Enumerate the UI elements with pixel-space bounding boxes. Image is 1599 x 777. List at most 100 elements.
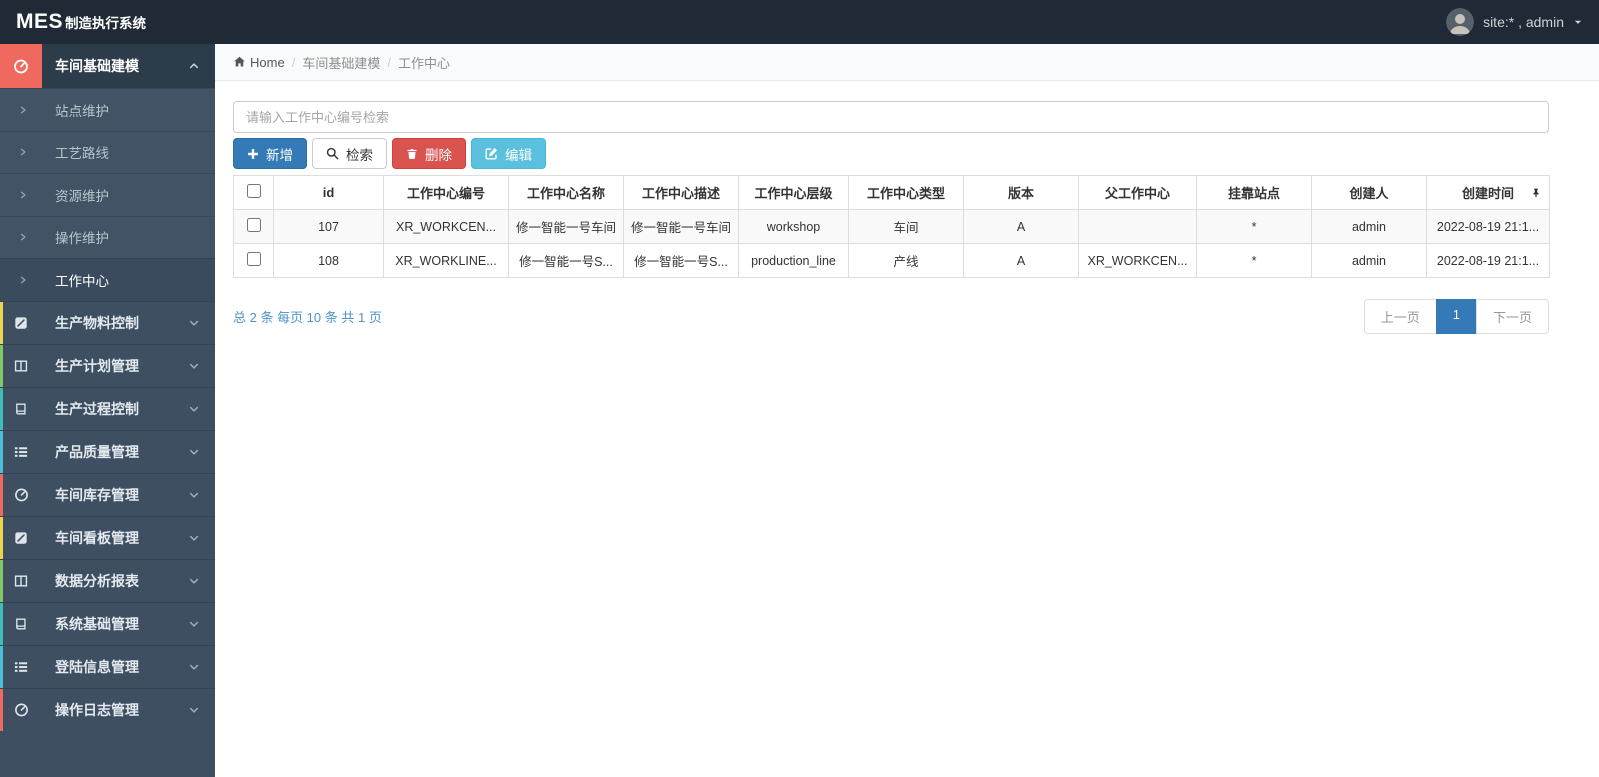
accent-strip — [0, 602, 3, 645]
sidebar-item-label: 车间看板管理 — [55, 529, 139, 546]
sidebar-subitem-process-route[interactable]: 工艺路线 — [0, 130, 215, 173]
row-checkbox[interactable] — [246, 252, 261, 266]
sidebar-subitem-site-maintenance[interactable]: 站点维护 — [0, 88, 215, 131]
search-input[interactable] — [233, 101, 1549, 133]
sidebar-item-label: 产品质量管理 — [55, 443, 139, 460]
user-menu[interactable]: site:* , admin — [1446, 8, 1583, 36]
accent-strip — [0, 473, 3, 516]
sidebar: 车间基础建模 站点维护 工艺路线 资源维护 操作维护 工作中心 生产物料控制 生… — [0, 44, 215, 777]
column-header-description: 工作中心描述 — [623, 175, 739, 210]
sidebar-item-kanban-management[interactable]: 车间看板管理 — [0, 515, 215, 559]
cell-version: A — [963, 243, 1079, 278]
row-checkbox-cell — [233, 243, 274, 278]
table-row[interactable]: 108 XR_WORKLINE... 修一智能一号S... 修一智能一号S...… — [233, 243, 1550, 278]
cell-id: 108 — [273, 243, 384, 278]
sidebar-subitem-label: 站点维护 — [55, 103, 109, 119]
home-icon — [233, 56, 246, 68]
breadcrumb-home-label: Home — [250, 54, 285, 70]
column-header-version: 版本 — [963, 175, 1079, 210]
delete-button[interactable]: 删除 — [392, 138, 466, 169]
sidebar-item-material-control[interactable]: 生产物料控制 — [0, 300, 215, 344]
tachometer-icon — [0, 487, 42, 502]
pagination-summary: 总 2 条 每页 10 条 共 1 页 — [233, 310, 382, 325]
sidebar-subitem-operation-maintenance[interactable]: 操作维护 — [0, 215, 215, 258]
breadcrumb-separator: / — [291, 54, 296, 70]
sidebar-subitem-label: 操作维护 — [55, 231, 109, 247]
edit-button[interactable]: 编辑 — [471, 138, 546, 169]
sidebar-item-data-reports[interactable]: 数据分析报表 — [0, 558, 215, 602]
row-checkbox-cell — [233, 209, 274, 244]
breadcrumb-separator: / — [387, 54, 391, 70]
column-header-id: id — [273, 175, 384, 210]
pencil-square-icon — [0, 316, 42, 330]
cell-type: 车间 — [848, 209, 964, 244]
plus-icon — [247, 148, 259, 160]
row-checkbox[interactable] — [246, 218, 261, 232]
table-row[interactable]: 107 XR_WORKCEN... 修一智能一号车间 修一智能一号车间 work… — [233, 209, 1550, 244]
cell-station: * — [1196, 209, 1312, 244]
chevron-down-icon — [188, 704, 200, 716]
breadcrumb-home-link[interactable]: Home — [233, 55, 285, 70]
chevron-down-icon — [188, 446, 200, 458]
cell-code: XR_WORKLINE... — [383, 243, 509, 278]
breadcrumb-level2-link[interactable]: 车间基础建模 — [302, 53, 380, 72]
column-header-level: 工作中心层级 — [738, 175, 849, 210]
column-header-type: 工作中心类型 — [848, 175, 964, 210]
cell-created-time: 2022-08-19 21:1... — [1426, 209, 1550, 244]
list-icon — [0, 660, 42, 674]
accent-strip — [0, 688, 3, 731]
column-header-created-time: 创建时间 — [1426, 175, 1550, 210]
column-header-parent: 父工作中心 — [1078, 175, 1197, 210]
cell-name: 修一智能一号车间 — [508, 209, 624, 244]
accent-strip — [0, 344, 3, 387]
cell-created-time: 2022-08-19 21:1... — [1426, 243, 1550, 278]
sidebar-item-plan-management[interactable]: 生产计划管理 — [0, 343, 215, 387]
sidebar-submenu: 站点维护 工艺路线 资源维护 操作维护 工作中心 — [0, 88, 215, 301]
sidebar-item-login-info[interactable]: 登陆信息管理 — [0, 644, 215, 688]
pin-column-icon[interactable] — [1531, 187, 1541, 199]
chevron-down-icon — [188, 575, 200, 587]
table-header-row: id 工作中心编号 工作中心名称 工作中心描述 工作中心层级 工作中心类型 版本… — [233, 175, 1550, 210]
next-page-button[interactable]: 下一页 — [1475, 299, 1549, 334]
chevron-right-icon — [18, 275, 28, 285]
sidebar-item-inventory-management[interactable]: 车间库存管理 — [0, 472, 215, 516]
sidebar-subitem-label: 资源维护 — [55, 188, 109, 204]
edit-button-label: 编辑 — [505, 147, 532, 163]
tachometer-icon — [0, 702, 42, 717]
prev-page-button[interactable]: 上一页 — [1363, 299, 1437, 334]
cell-name: 修一智能一号S... — [508, 243, 624, 278]
sidebar-item-quality-management[interactable]: 产品质量管理 — [0, 429, 215, 473]
chevron-down-icon — [188, 403, 200, 415]
sidebar-item-process-control[interactable]: 生产过程控制 — [0, 386, 215, 430]
chevron-down-icon — [188, 360, 200, 372]
sidebar-subitem-work-center[interactable]: 工作中心 — [0, 258, 215, 301]
chevron-down-icon — [188, 317, 200, 329]
column-header-creator: 创建人 — [1311, 175, 1427, 210]
sidebar-item-operation-logs[interactable]: 操作日志管理 — [0, 687, 215, 731]
breadcrumb: Home / 车间基础建模 / 工作中心 — [215, 44, 1599, 81]
sidebar-item-label: 生产过程控制 — [55, 400, 139, 417]
chevron-down-icon — [188, 532, 200, 544]
tachometer-icon — [0, 44, 42, 88]
book-icon — [0, 402, 42, 416]
select-all-checkbox[interactable] — [246, 184, 261, 198]
cell-level: production_line — [738, 243, 849, 278]
pagination-bar: 总 2 条 每页 10 条 共 1 页 上一页 1 下一页 — [233, 299, 1549, 334]
app-logo[interactable]: MES 制造执行系统 — [16, 10, 146, 34]
search-button[interactable]: 检索 — [312, 138, 387, 169]
sidebar-item-system-management[interactable]: 系统基础管理 — [0, 601, 215, 645]
accent-strip — [0, 430, 3, 473]
sidebar-item-workshop-modeling[interactable]: 车间基础建模 — [0, 44, 215, 88]
columns-icon — [0, 359, 42, 373]
cell-level: workshop — [738, 209, 849, 244]
add-button[interactable]: 新增 — [233, 138, 307, 169]
caret-down-icon — [1573, 17, 1583, 27]
page-1-button[interactable]: 1 — [1435, 299, 1477, 334]
sidebar-item-label: 车间库存管理 — [55, 486, 139, 503]
pencil-square-icon — [0, 531, 42, 545]
accent-strip — [0, 645, 3, 688]
chevron-up-icon — [188, 60, 200, 72]
sidebar-subitem-resource-maintenance[interactable]: 资源维护 — [0, 173, 215, 216]
sidebar-item-label: 生产物料控制 — [55, 314, 139, 331]
edit-icon — [485, 147, 498, 160]
